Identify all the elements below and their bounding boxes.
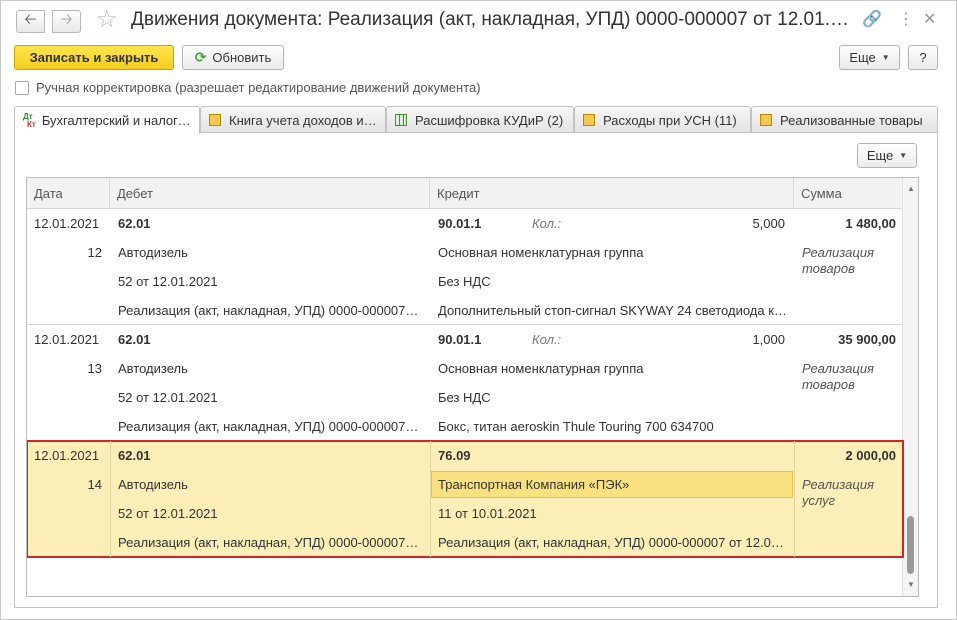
column-divider [794,441,795,557]
manual-correction-row[interactable]: Ручная корректировка (разрешает редактир… [15,80,481,95]
credit-subconto-3: Бокс, титан aeroskin Thule Touring 700 6… [438,419,714,434]
tab-kudir-details[interactable]: Расшифровка КУДиР (2) [386,106,574,133]
tab-income-expense-book[interactable]: Книга учета доходов и расходов [200,106,386,133]
help-button[interactable]: ? [908,45,938,70]
quantity-label: Кол.: [532,216,562,231]
tab-accounting[interactable]: ДтКт Бухгалтерский и налоговый учет [14,106,200,134]
debit-account: 62.01 [118,332,151,347]
more-label: Еще [849,50,876,65]
column-header-credit[interactable]: Кредит [430,178,794,209]
column-divider [110,441,111,557]
tab-label: Книга учета доходов и расходов [229,112,377,128]
tab-label: Реализованные товары [780,112,923,128]
table-row-selected[interactable]: 12.01.2021 14 62.01 Автодизель 52 от 12.… [27,440,904,558]
table-row[interactable]: 12.01.2021 13 62.01 Автодизель 52 от 12.… [27,325,903,441]
arrow-right-icon: 🡢 [60,11,73,28]
credit-account: 90.01.1 [438,216,482,231]
debit-subconto-3: Реализация (акт, накладная, УПД) 0000-00… [118,535,421,550]
grid-scrollbar[interactable]: ▲ ▼ [902,178,918,596]
column-divider [430,441,431,557]
column-header-sum[interactable]: Сумма [794,178,903,209]
debit-subconto-3: Реализация (акт, накладная, УПД) 0000-00… [118,419,421,434]
row-date: 12.01.2021 [34,216,100,231]
grid-more-menu-button[interactable]: Еще ▼ [857,143,917,168]
manual-correction-checkbox[interactable] [15,80,29,95]
debit-subconto-3: Реализация (акт, накладная, УПД) 0000-00… [118,303,421,318]
save-and-close-button[interactable]: Записать и закрыть [14,45,174,70]
column-header-debit[interactable]: Дебет [110,178,430,209]
row-sum: 35 900,00 [838,332,896,347]
arrow-left-icon: 🡠 [24,11,37,28]
grid-header: Дата Дебет Кредит Сумма [27,178,903,209]
tab-usn-expenses[interactable]: Расходы при УСН (11) [574,106,751,133]
tab-sold-goods[interactable]: Реализованные товары [751,106,938,133]
credit-account: 90.01.1 [438,332,482,347]
debit-account: 62.01 [118,216,151,231]
row-content-note: Реализация товаров [802,245,874,276]
column-header-date[interactable]: Дата [27,178,110,209]
back-button[interactable]: 🡠 [16,10,45,33]
register-table-icon [395,114,407,126]
register-book-icon [209,114,221,126]
title-bar: 🡠 🡢 ☆ Движения документа: Реализация (ак… [1,1,956,41]
scroll-up-icon[interactable]: ▲ [907,184,915,193]
table-row[interactable]: 12.01.2021 12 62.01 Автодизель 52 от 12.… [27,209,903,325]
row-line-number: 12 [87,245,102,260]
credit-subconto-2: Без НДС [438,274,491,289]
quantity-value: 5,000 [752,216,785,231]
close-icon[interactable]: ✕ [923,10,936,30]
row-sum: 2 000,00 [845,448,896,463]
credit-subconto-3: Дополнительный стоп-сигнал SKYWAY 24 све… [438,303,788,318]
credit-subconto-2: 11 от 10.01.2021 [438,506,537,521]
credit-account: 76.09 [438,448,471,463]
row-date: 12.01.2021 [34,448,100,463]
tab-label: Расходы при УСН (11) [603,112,737,128]
debit-subconto-2: 52 от 12.01.2021 [118,390,218,405]
window-title: Движения документа: Реализация (акт, нак… [131,9,851,30]
quantity-label: Кол.: [532,332,562,347]
row-line-number: 14 [87,477,102,492]
debit-account: 62.01 [118,448,151,463]
tab-label: Расшифровка КУДиР (2) [415,112,564,128]
dt-kt-icon: Дт Кт [23,111,36,129]
debit-subconto-2: 52 от 12.01.2021 [118,506,218,521]
manual-correction-label: Ручная корректировка (разрешает редактир… [36,80,481,95]
more-actions-icon[interactable]: ⋮ [898,10,914,30]
row-content-note: Реализация услуг [802,477,874,508]
register-book-icon [760,114,772,126]
quantity-value: 1,000 [752,332,785,347]
more-label: Еще [866,148,894,163]
forward-button[interactable]: 🡢 [52,10,81,33]
debit-subconto-1: Автодизель [118,245,188,260]
caret-down-icon: ▼ [899,151,908,160]
refresh-label: Обновить [212,50,272,65]
credit-subconto-1: Основная номенклатурная группа [438,361,644,376]
scrollbar-thumb[interactable] [907,516,914,574]
credit-subconto-1-field[interactable]: Транспортная Компания «ПЭК» [431,471,793,498]
debit-subconto-1: Автодизель [118,477,188,492]
credit-subconto-1: Основная номенклатурная группа [438,245,644,260]
register-tabs: ДтКт Бухгалтерский и налоговый учет Книг… [14,106,938,134]
refresh-button[interactable]: ⟳ Обновить [182,45,284,70]
register-book-icon [583,114,595,126]
link-icon[interactable]: 🔗 [862,10,882,30]
refresh-icon: ⟳ [194,49,207,65]
row-date: 12.01.2021 [34,332,100,347]
tab-label: Бухгалтерский и налоговый учет [41,113,191,128]
caret-down-icon: ▼ [881,53,890,62]
row-content-note: Реализация товаров [802,361,874,392]
favorite-star-icon[interactable]: ☆ [96,7,118,33]
debit-subconto-1: Автодизель [118,361,188,376]
credit-subconto-3: Реализация (акт, накладная, УПД) 0000-00… [438,535,784,550]
row-sum: 1 480,00 [845,216,896,231]
scroll-down-icon[interactable]: ▼ [907,580,915,589]
more-menu-button[interactable]: Еще ▼ [839,45,900,70]
document-movements-window: 🡠 🡢 ☆ Движения документа: Реализация (ак… [0,0,957,620]
credit-subconto-2: Без НДС [438,390,491,405]
movements-grid[interactable]: Дата Дебет Кредит Сумма 12.01.2021 12 62… [26,177,919,597]
row-line-number: 13 [87,361,102,376]
debit-subconto-2: 52 от 12.01.2021 [118,274,218,289]
